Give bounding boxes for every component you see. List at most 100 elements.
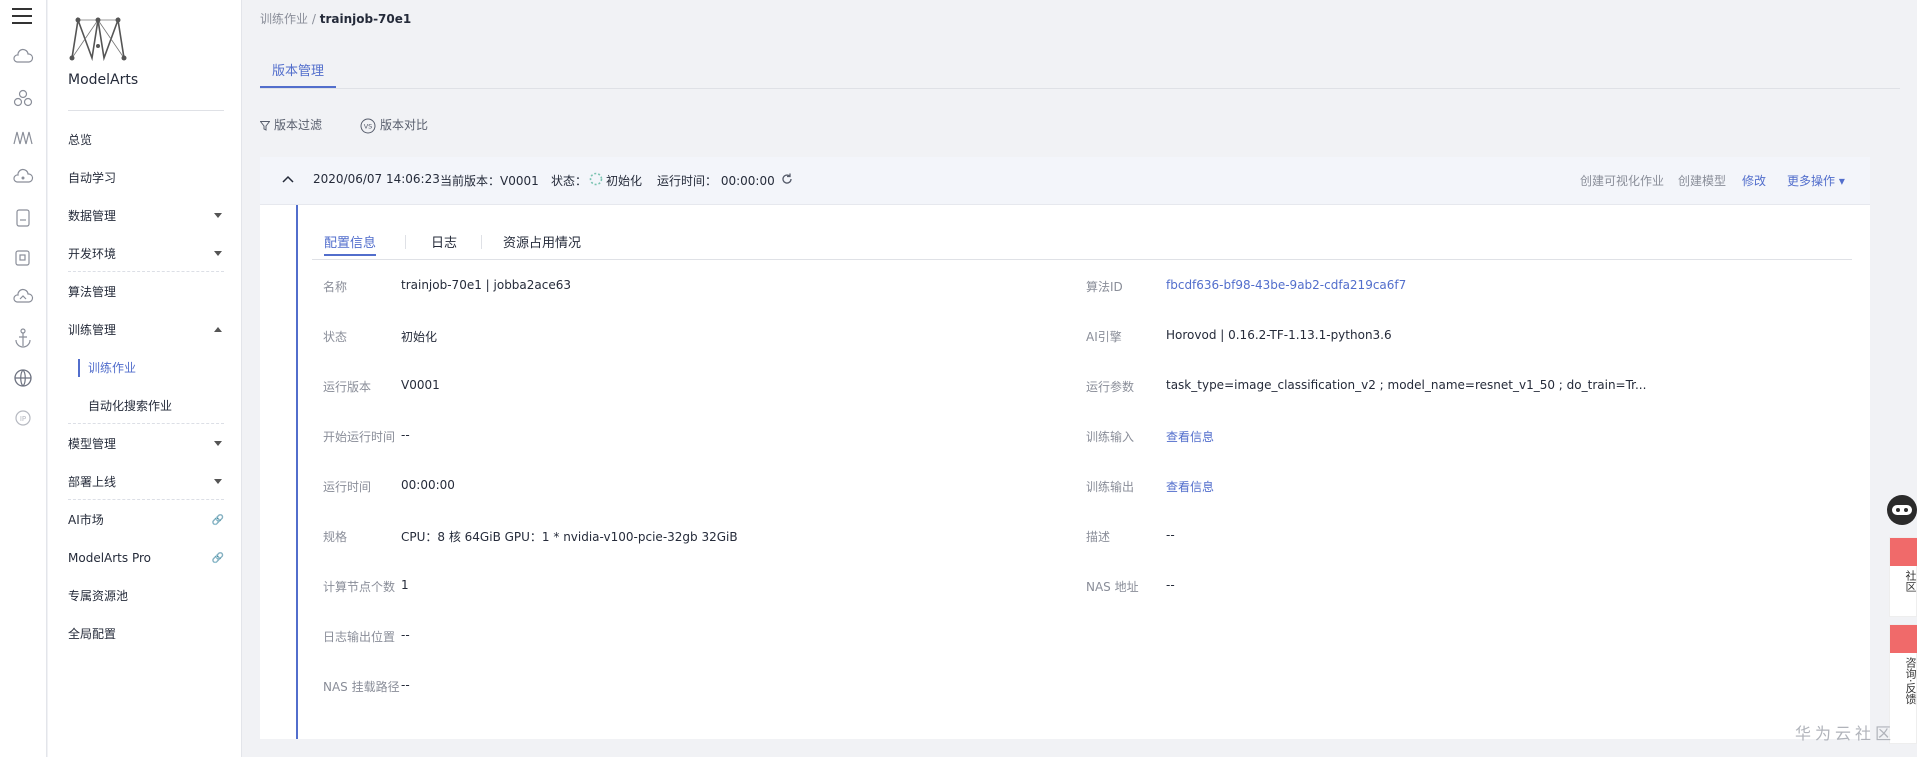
tab-divider (260, 88, 1900, 89)
detail-label: 描述 (1086, 530, 1111, 544)
external-link-icon: 🔗 (211, 553, 224, 564)
detail-value: trainjob-70e1 | jobba2ace63 (401, 278, 572, 292)
breadcrumb-parent[interactable]: 训练作业 (260, 12, 308, 26)
cloud-service-icon[interactable] (11, 46, 35, 70)
chevron-down-icon (214, 441, 222, 446)
compare-icon-text: VS (364, 122, 373, 130)
detail-label: 运行时间 (323, 480, 372, 494)
nav-item-dedicated-pool[interactable]: 专属资源池 (68, 585, 228, 607)
nav-item-algorithm[interactable]: 算法管理 (68, 281, 228, 303)
sub-item-auto-search-job[interactable]: 自动化搜索作业 (88, 395, 172, 417)
feedback-label: 咨询·反馈 (1904, 657, 1917, 705)
nav-item-ai-market[interactable]: AI市场 🔗 (68, 509, 228, 531)
icon-rail: IP (0, 0, 47, 757)
modelarts-logo (69, 16, 127, 62)
nav-item-label: 开发环境 (68, 247, 117, 261)
breadcrumb-separator: / (311, 12, 316, 26)
tab-resource-usage[interactable]: 资源占用情况 (503, 232, 581, 256)
detail-label: 开始运行时间 (323, 430, 396, 444)
status-value: 初始化 (606, 174, 643, 188)
detail-label: 日志输出位置 (323, 630, 396, 644)
detail-value: V0001 (401, 378, 440, 392)
community-button[interactable]: 社区 (1889, 537, 1917, 617)
ip-icon[interactable]: IP (11, 406, 35, 430)
nav-item-label: AI市场 (68, 513, 104, 527)
sub-item-training-job[interactable]: 训练作业 (88, 357, 136, 379)
nav-item-label: 总览 (68, 133, 93, 147)
modify-button[interactable]: 修改 (1742, 172, 1766, 189)
assistant-robot-icon[interactable] (1884, 492, 1917, 528)
detail-label: 运行参数 (1086, 380, 1135, 394)
community-label: 社区 (1904, 570, 1917, 592)
globe-icon[interactable] (11, 366, 35, 390)
detail-value: -- (401, 428, 410, 442)
detail-label: 算法ID (1086, 280, 1123, 294)
cloud-network-icon[interactable] (11, 286, 35, 310)
more-actions-button[interactable]: 更多操作 ▾ (1787, 172, 1845, 189)
chevron-up-icon[interactable] (282, 175, 294, 183)
modelarts-icon[interactable] (11, 126, 35, 150)
nav-item-modelarts-pro[interactable]: ModelArts Pro 🔗 (68, 547, 228, 569)
create-visualization-button[interactable]: 创建可视化作业 (1580, 172, 1664, 189)
tab-separator (405, 235, 406, 249)
chat-icon (1890, 625, 1917, 653)
breadcrumb: 训练作业 / trainjob-70e1 (260, 10, 411, 27)
cloud-ai-icon[interactable] (11, 166, 35, 190)
watermark: 华为云社区 (1795, 724, 1896, 743)
view-input-link[interactable]: 查看信息 (1166, 428, 1214, 445)
anchor-icon[interactable] (11, 326, 35, 350)
detail-label: 规格 (323, 530, 348, 544)
detail-label: 训练输出 (1086, 480, 1135, 494)
detail-label: 运行版本 (323, 380, 372, 394)
detail-value: -- (401, 678, 410, 692)
nav-item-label: 训练管理 (68, 323, 117, 337)
detail-value: -- (1166, 528, 1175, 542)
detail-value: -- (1166, 578, 1175, 592)
detail-label: NAS 地址 (1086, 580, 1139, 594)
nav-item-dev-env[interactable]: 开发环境 (68, 243, 228, 265)
tab-logs[interactable]: 日志 (431, 232, 457, 256)
detail-label: 训练输入 (1086, 430, 1135, 444)
detail-value: task_type=image_classification_v2 ; mode… (1166, 378, 1647, 392)
detail-label: 状态 (323, 330, 348, 344)
nav-item-label: 自动学习 (68, 171, 117, 185)
nav-item-auto-learning[interactable]: 自动学习 (68, 167, 228, 189)
version-compare-button[interactable]: VS 版本对比 (360, 116, 428, 134)
more-actions-label: 更多操作 (1787, 174, 1836, 188)
left-nav: ModelArts 总览 自动学习 数据管理 开发环境 算法管理 训练管理 训练… (48, 0, 242, 757)
nav-item-model-management[interactable]: 模型管理 (68, 433, 228, 455)
nav-item-deploy[interactable]: 部署上线 (68, 471, 228, 493)
version-filter-button[interactable]: 版本过滤 (260, 116, 322, 134)
detail-value: 00:00:00 (401, 478, 455, 492)
breadcrumb-current: trainjob-70e1 (319, 12, 412, 26)
nav-item-training[interactable]: 训练管理 (68, 319, 228, 341)
storage-icon[interactable] (11, 246, 35, 270)
nav-item-label: 部署上线 (68, 475, 117, 489)
create-model-button[interactable]: 创建模型 (1678, 172, 1726, 189)
tab-config-info[interactable]: 配置信息 (324, 232, 377, 256)
nav-item-data-management[interactable]: 数据管理 (68, 205, 228, 227)
loading-spinner-icon (589, 172, 603, 186)
view-output-link[interactable]: 查看信息 (1166, 478, 1214, 495)
document-icon[interactable] (11, 206, 35, 230)
nav-item-label: 模型管理 (68, 437, 117, 451)
algorithm-id-link[interactable]: fbcdf636-bf98-43be-9ab2-cdfa219ca6f7 (1166, 278, 1406, 292)
refresh-icon[interactable] (780, 172, 794, 186)
nav-item-global-config[interactable]: 全局配置 (68, 623, 228, 645)
cluster-icon[interactable] (11, 86, 35, 110)
nav-item-label: 算法管理 (68, 285, 117, 299)
chevron-up-icon (214, 327, 222, 332)
hamburger-menu-icon[interactable] (12, 8, 32, 26)
tab-version-management[interactable]: 版本管理 (260, 62, 337, 88)
nav-item-overview[interactable]: 总览 (68, 129, 228, 151)
chevron-down-icon (214, 251, 222, 256)
active-indicator (78, 359, 80, 377)
detail-label: NAS 挂载路径 (323, 680, 400, 694)
community-icon (1890, 538, 1917, 566)
detail-value: Horovod | 0.16.2-TF-1.13.1-python3.6 (1166, 328, 1392, 342)
detail-label: 名称 (323, 280, 348, 294)
filter-icon (260, 120, 270, 131)
version-filter-label: 版本过滤 (274, 118, 323, 132)
nav-item-label: 专属资源池 (68, 589, 129, 603)
nav-item-label: 全局配置 (68, 627, 117, 641)
